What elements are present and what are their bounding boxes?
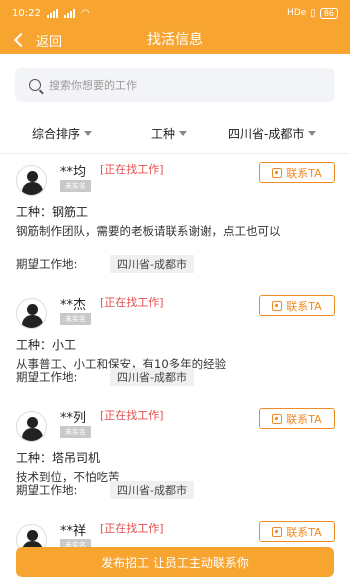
phone-icon (272, 526, 283, 537)
location-label: 期望工作地: (16, 370, 78, 384)
search-input[interactable] (49, 78, 299, 92)
worker-card[interactable]: **列 [正在找工作] 未实名 联系TA 工种：塔吊司机 技术到位，不怕吃苦 期… (0, 401, 350, 514)
phone-icon (272, 300, 283, 311)
verify-badge: 未实名 (60, 180, 91, 192)
contact-label: 联系TA (286, 412, 322, 426)
work-type: 工种：小工 (16, 338, 77, 352)
work-type-filter[interactable]: 工种 (151, 125, 188, 142)
location-value: 四川省-成都市 (110, 481, 194, 499)
sort-filter[interactable]: 综合排序 (32, 125, 93, 142)
contact-button[interactable]: 联系TA (259, 408, 335, 429)
search-icon (29, 79, 41, 91)
contact-label: 联系TA (286, 525, 322, 539)
status-bar: 10:22 ◠ HDe ▯ 86 (0, 0, 350, 26)
location-filter[interactable]: 四川省-成都市 (228, 125, 317, 142)
caret-down-icon (179, 130, 188, 136)
worker-name: **列 (60, 411, 87, 426)
location-filter-label: 四川省-成都市 (228, 126, 305, 141)
location-label: 期望工作地: (16, 483, 78, 497)
worker-card[interactable]: **均 [正在找工作] 未实名 联系TA 工种：钢筋工 钢筋制作团队，需要的老板… (0, 155, 350, 273)
contact-button[interactable]: 联系TA (259, 162, 335, 183)
post-job-button[interactable]: 发布招工 让员工主动联系你 (16, 547, 334, 577)
signal-icon (46, 8, 58, 18)
caret-down-icon (84, 130, 93, 136)
worker-name: **均 (60, 165, 87, 180)
worker-description: 钢筋制作团队，需要的老板请联系谢谢，点工也可以 (16, 224, 281, 238)
network-label: HDe (287, 8, 307, 18)
divider (0, 153, 350, 154)
verify-badge: 未实名 (60, 426, 91, 438)
status-badge: [正在找工作] (100, 522, 164, 535)
caret-down-icon (308, 130, 317, 136)
status-badge: [正在找工作] (100, 296, 164, 309)
vibrate-icon: ▯ (310, 7, 316, 19)
sort-filter-label: 综合排序 (32, 126, 81, 141)
wifi-icon: ◠ (80, 7, 90, 19)
contact-label: 联系TA (286, 299, 322, 313)
location-value: 四川省-成都市 (110, 368, 194, 386)
location-label: 期望工作地: (16, 257, 78, 271)
signal-icon-2 (63, 8, 75, 18)
battery-icon: 86 (319, 7, 338, 19)
work-type: 工种：塔吊司机 (16, 451, 101, 465)
avatar (16, 411, 47, 442)
worker-card[interactable]: **祥 [正在找工作] 未实名 联系TA (0, 514, 350, 548)
contact-button[interactable]: 联系TA (259, 295, 335, 316)
avatar (16, 298, 47, 329)
status-time: 10:22 (12, 7, 41, 19)
work-type: 工种：钢筋工 (16, 205, 89, 219)
phone-icon (272, 167, 283, 178)
status-badge: [正在找工作] (100, 163, 164, 176)
page-title: 找活信息 (147, 32, 203, 48)
avatar (16, 524, 47, 548)
work-type-filter-label: 工种 (151, 126, 176, 141)
verify-badge: 未实名 (60, 313, 91, 325)
title-bar: 返回 找活信息 (0, 26, 350, 54)
worker-card[interactable]: **杰 [正在找工作] 未实名 联系TA 工种：小工 从事普工、小工和保安，有1… (0, 288, 350, 401)
contact-button[interactable]: 联系TA (259, 521, 335, 542)
search-bar[interactable] (15, 68, 335, 102)
filter-bar: 综合排序 工种 四川省-成都市 (0, 118, 350, 148)
location-value: 四川省-成都市 (110, 255, 194, 273)
phone-icon (272, 413, 283, 424)
worker-name: **杰 (60, 298, 87, 313)
worker-name: **祥 (60, 524, 87, 539)
status-badge: [正在找工作] (100, 409, 164, 422)
contact-label: 联系TA (286, 166, 322, 180)
avatar (16, 165, 47, 196)
